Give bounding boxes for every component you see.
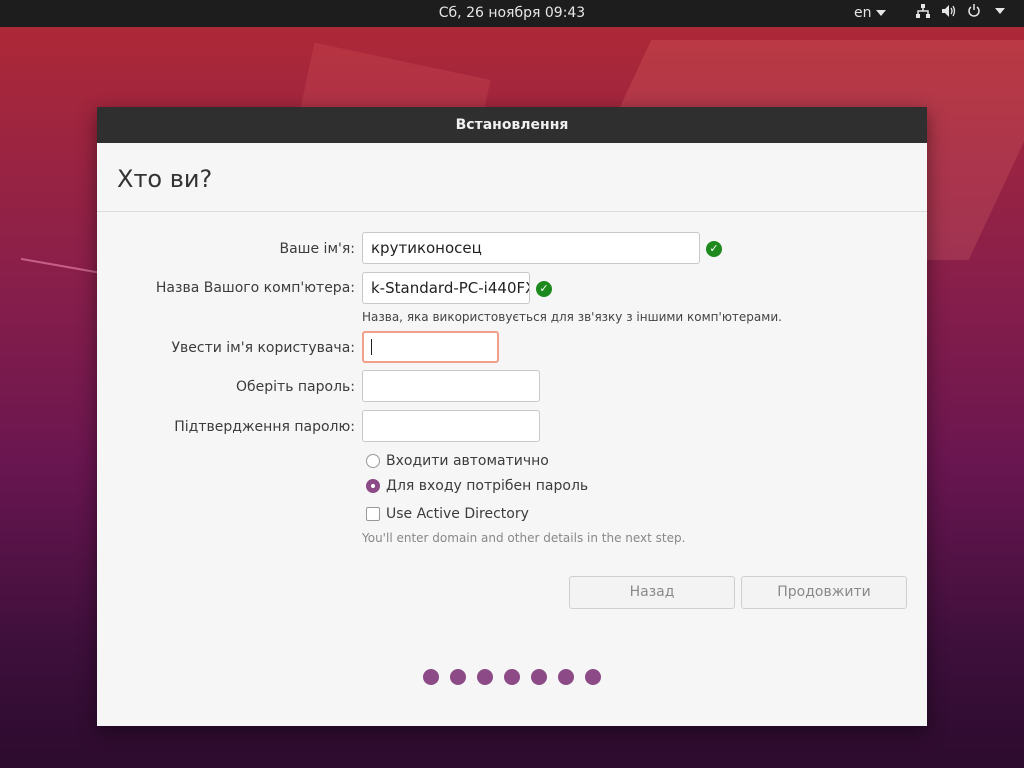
progress-dot (450, 669, 466, 685)
page-title: Хто ви? (117, 165, 213, 193)
auto-login-option[interactable]: Входити автоматично (366, 453, 549, 469)
password-input[interactable] (362, 370, 540, 402)
active-directory-hint: You'll enter domain and other details in… (362, 531, 686, 545)
power-icon (968, 4, 980, 17)
username-input[interactable] (362, 331, 499, 363)
active-directory-option[interactable]: Use Active Directory (366, 506, 529, 522)
page-header: Хто ви? (97, 143, 927, 212)
confirm-password-label: Підтвердження паролю: (174, 419, 355, 435)
username-label: Увести ім'я користувача: (171, 340, 355, 356)
name-label: Ваше ім'я: (279, 241, 356, 257)
window-title: Встановлення (97, 107, 927, 143)
active-directory-label: Use Active Directory (386, 506, 529, 522)
language-indicator[interactable]: en (854, 5, 886, 21)
computer-name-input[interactable]: k-Standard-PC-i440FX- (362, 272, 530, 304)
top-bar: Сб, 26 ноября 09:43 en (0, 0, 1024, 27)
progress-dot (531, 669, 547, 685)
continue-button[interactable]: Продовжити (741, 576, 907, 609)
computer-name-label: Назва Вашого комп'ютера: (155, 280, 355, 296)
progress-dot (504, 669, 520, 685)
progress-dot (477, 669, 493, 685)
name-input[interactable]: крутиконосец (362, 232, 700, 264)
require-password-label: Для входу потрібен пароль (386, 478, 589, 494)
computer-name-valid-icon: ✓ (536, 281, 552, 297)
password-label: Оберіть пароль: (236, 379, 355, 395)
active-directory-checkbox[interactable] (366, 507, 380, 521)
auto-login-radio[interactable] (366, 454, 380, 468)
progress-dots (97, 669, 927, 685)
progress-dot (558, 669, 574, 685)
progress-dot (423, 669, 439, 685)
language-label: en (854, 5, 872, 21)
require-password-radio[interactable] (366, 479, 380, 493)
text-cursor (371, 339, 372, 355)
require-password-option[interactable]: Для входу потрібен пароль (366, 478, 588, 494)
installer-window: Встановлення Хто ви? Ваше ім'я: крутикон… (97, 107, 927, 726)
volume-icon (942, 5, 956, 17)
network-icon (916, 4, 930, 18)
name-valid-icon: ✓ (706, 241, 722, 257)
auto-login-label: Входити автоматично (386, 453, 549, 469)
progress-dot (585, 669, 601, 685)
back-button[interactable]: Назад (569, 576, 735, 609)
confirm-password-input[interactable] (362, 410, 540, 442)
chevron-down-icon (875, 10, 886, 16)
system-tray[interactable] (915, 4, 1005, 18)
computer-name-hint: Назва, яка використовується для зв'язку … (362, 310, 782, 324)
chevron-down-icon (995, 8, 1005, 14)
